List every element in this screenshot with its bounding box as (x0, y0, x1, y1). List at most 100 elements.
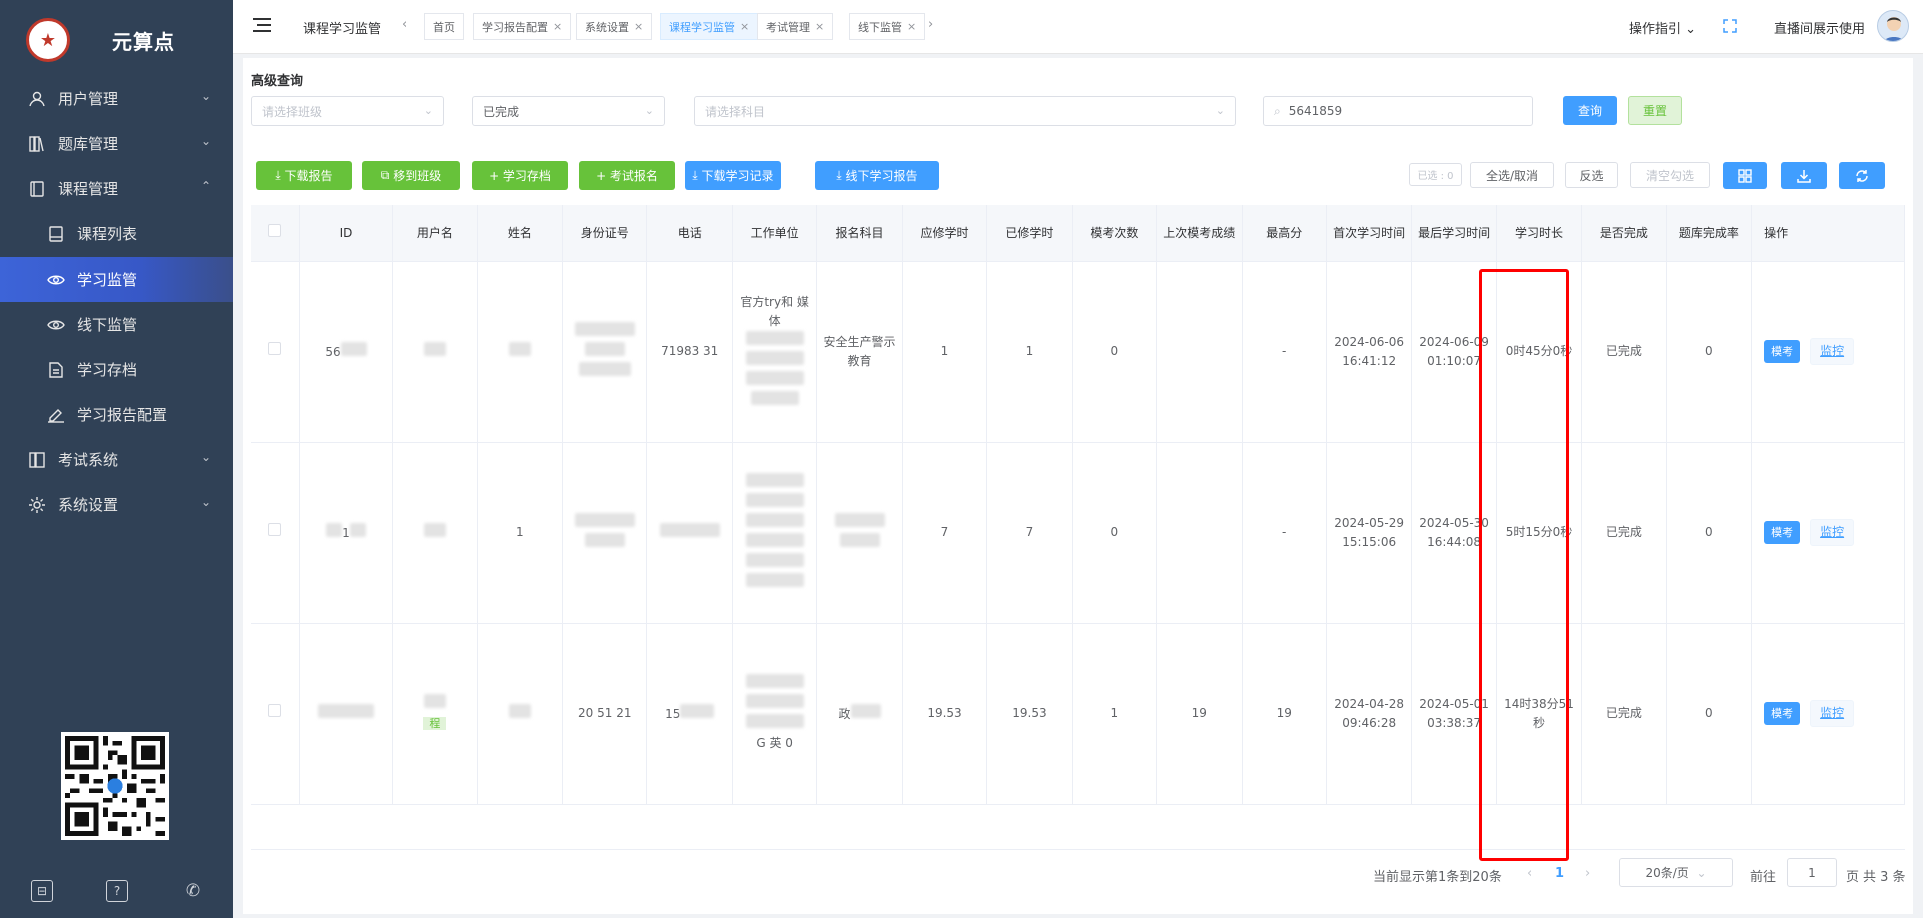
row-checkbox[interactable] (251, 623, 300, 805)
sidebar-item-study-archive[interactable]: 学习存档 (0, 347, 233, 392)
tabs-prev-icon[interactable]: ‹ (402, 17, 407, 32)
sidebar-item-system-settings[interactable]: 系统设置 ⌄ (0, 482, 233, 527)
mock-exam-button[interactable]: 模考 (1764, 340, 1801, 363)
close-icon[interactable]: × (553, 20, 562, 33)
sidebar-item-offline-monitor[interactable]: 线下监管 (0, 302, 233, 347)
refresh-button[interactable] (1839, 162, 1885, 189)
select-all-button[interactable]: 全选/取消 (1470, 162, 1554, 188)
tab-course-monitor[interactable]: 课程学习监管 × (660, 13, 759, 40)
tabs-next-icon[interactable]: › (928, 17, 933, 32)
table-header-row: ID 用户名 姓名 身份证号 电话 工作单位 报名科目 应修学时 已修学时 模考… (251, 205, 1905, 262)
column-header: 工作单位 (732, 205, 818, 262)
logo-icon: ★ (26, 18, 70, 62)
monitor-link[interactable]: 监控 (1810, 519, 1855, 546)
highlight-box (1479, 269, 1569, 861)
exam-signup-button[interactable]: + 考试报名 (579, 161, 675, 190)
prev-page-icon[interactable]: ‹ (1527, 866, 1532, 881)
column-header: 操作 (1751, 205, 1905, 262)
document-icon (45, 359, 67, 381)
row-checkbox[interactable] (251, 442, 300, 624)
tab-report-config[interactable]: 学习报告配置 × (473, 13, 572, 40)
brand-name: 元算点 (112, 29, 175, 54)
cell-required-hours: 1 (902, 261, 988, 443)
search-icon: ⌕ (1274, 103, 1281, 118)
reset-button[interactable]: 重置 (1628, 96, 1682, 125)
live-room-usage[interactable]: 直播间展示使用 (1774, 18, 1865, 37)
masked-username (423, 694, 446, 708)
mock-exam-button[interactable]: 模考 (1764, 521, 1801, 544)
close-icon[interactable]: × (815, 20, 824, 33)
page-number-current[interactable]: 1 (1555, 866, 1564, 881)
cell-required-hours: 7 (902, 442, 988, 624)
sidebar-item-question-bank[interactable]: 题库管理 ⌄ (0, 121, 233, 166)
monitor-link[interactable]: 监控 (1810, 338, 1855, 365)
study-archive-button[interactable]: + 学习存档 (472, 161, 568, 190)
class-select[interactable]: 请选择班级 ⌄ (251, 96, 444, 126)
cell-idcard: 20 51 21 (578, 706, 632, 720)
status-select[interactable]: 已完成 ⌄ (472, 96, 665, 126)
cell-id: 1 (342, 525, 350, 540)
records-table: ID 用户名 姓名 身份证号 电话 工作单位 报名科目 应修学时 已修学时 模考… (251, 205, 1905, 805)
cell-subject: 政 (838, 706, 851, 721)
table-empty-area (251, 804, 1905, 850)
download-records-button[interactable]: ⤓ 下载学习记录 (685, 161, 781, 190)
monitor-link[interactable]: 监控 (1810, 700, 1855, 727)
tab-system-settings[interactable]: 系统设置 × (576, 13, 653, 40)
page-size-select[interactable]: 20条/页 ⌄ (1619, 858, 1733, 887)
query-button[interactable]: 查询 (1563, 96, 1617, 125)
invert-selection-button[interactable]: 反选 (1565, 162, 1618, 188)
column-header: 最后学习时间 (1411, 205, 1497, 262)
mock-exam-button[interactable]: 模考 (1764, 702, 1801, 725)
sidebar-item-study-monitor[interactable]: 学习监管 (0, 257, 233, 302)
subject-select[interactable]: 请选择科目 ⌄ (694, 96, 1236, 126)
close-icon[interactable]: × (634, 20, 643, 33)
column-header: ID (299, 205, 394, 262)
guide-dropdown[interactable]: 操作指引 ⌄ (1629, 18, 1696, 37)
download-icon: ⤓ (836, 168, 846, 182)
cell-subject: 安全生产警示教育 (816, 261, 903, 443)
sidebar-item-label: 系统设置 (58, 496, 119, 514)
select-all-checkbox[interactable] (251, 205, 300, 262)
brand: ★ 元算点 (0, 0, 233, 80)
menu-toggle-icon[interactable] (253, 18, 271, 32)
column-header: 应修学时 (902, 205, 988, 262)
sidebar-item-exam-system[interactable]: 考试系统 ⌄ (0, 437, 233, 482)
tab-offline-monitor[interactable]: 线下监管 × (849, 13, 926, 40)
column-header: 最高分 (1242, 205, 1327, 262)
sidebar-item-users[interactable]: 用户管理 ⌄ (0, 76, 233, 121)
close-icon[interactable]: × (907, 20, 916, 33)
goto-page-input[interactable]: 1 (1787, 858, 1837, 887)
move-icon: ⧉ (380, 168, 394, 182)
table-row: 1 1 7 7 0 - 2024-05-29 15:15:06 2024-05-… (251, 442, 1905, 624)
phone-icon[interactable]: ✆ (182, 880, 204, 902)
search-input[interactable]: ⌕ 5641859 (1263, 96, 1533, 126)
sidebar-item-label: 考试系统 (58, 451, 119, 469)
masked-work (745, 472, 804, 487)
cell-done-hours: 19.53 (986, 623, 1073, 805)
section-title: 高级查询 (251, 74, 304, 89)
move-class-button[interactable]: ⧉ 移到班级 (362, 161, 460, 190)
qr-code (61, 732, 169, 840)
next-page-icon[interactable]: › (1585, 866, 1590, 881)
clear-selection-button[interactable]: 清空勾选 (1630, 162, 1710, 188)
help-icon[interactable]: ? (106, 880, 128, 902)
tab-home[interactable]: 首页 (424, 13, 464, 40)
tab-exam-mgmt[interactable]: 考试管理 × (757, 13, 834, 40)
user-tag: 程 (423, 717, 447, 730)
avatar[interactable] (1877, 10, 1909, 42)
cell-mock-count: 1 (1072, 623, 1158, 805)
close-icon[interactable]: × (740, 20, 749, 33)
masked-username (423, 522, 446, 537)
sidebar-item-course-list[interactable]: 课程列表 (0, 211, 233, 256)
export-button[interactable] (1781, 162, 1827, 189)
eye-icon (45, 314, 67, 336)
download-report-button[interactable]: ⤓ 下载报告 (256, 161, 352, 190)
fullscreen-icon[interactable] (1723, 19, 1737, 33)
tool-icon[interactable]: ⊟ (31, 880, 53, 902)
sidebar-item-report-config[interactable]: 学习报告配置 (0, 392, 233, 437)
offline-report-button[interactable]: ⤓ 线下学习报告 (815, 161, 939, 190)
sidebar-item-course-mgmt[interactable]: 课程管理 ⌃ (0, 166, 233, 211)
grid-view-button[interactable] (1723, 162, 1767, 189)
cell-done-hours: 7 (986, 442, 1073, 624)
row-checkbox[interactable] (251, 261, 300, 443)
